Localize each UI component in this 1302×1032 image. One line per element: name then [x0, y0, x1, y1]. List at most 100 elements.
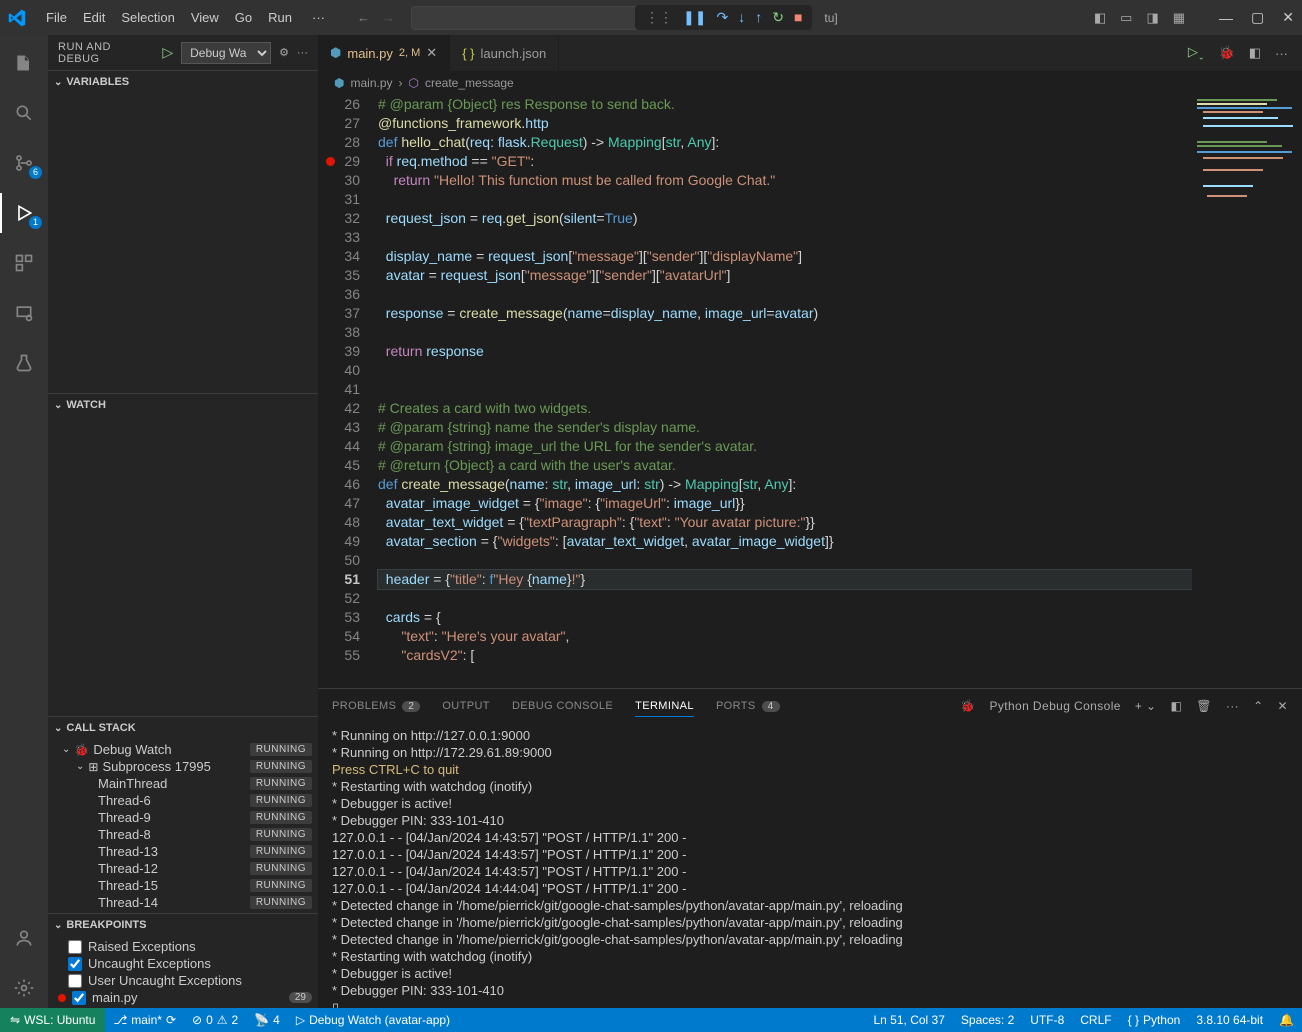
code-line[interactable]: return response — [378, 342, 1192, 361]
sb-notifications-icon[interactable]: 🔔 — [1271, 1008, 1302, 1032]
code-line[interactable] — [378, 589, 1192, 608]
sidebar-more-icon[interactable]: ··· — [297, 47, 308, 59]
breadcrumb[interactable]: ⬢ main.py › ⬡ create_message — [318, 71, 1302, 95]
sb-ports[interactable]: 📡4 — [246, 1008, 288, 1032]
callstack-row[interactable]: Thread-15RUNNING — [48, 877, 318, 894]
nav-back-icon[interactable]: ← — [357, 10, 370, 25]
code-line[interactable]: # @param {string} image_url the URL for … — [378, 437, 1192, 456]
debug-pause-icon[interactable]: ❚❚ — [683, 9, 706, 26]
bp-user-uncaught[interactable]: User Uncaught Exceptions — [48, 972, 318, 989]
sb-cursor[interactable]: Ln 51, Col 37 — [866, 1008, 953, 1032]
ptab-output[interactable]: OUTPUT — [442, 696, 490, 716]
editor-more-icon[interactable]: ··· — [1275, 46, 1288, 61]
minimap[interactable] — [1192, 95, 1302, 688]
section-watch[interactable]: ⌄WATCH — [48, 394, 318, 416]
callstack-row[interactable]: Thread-13RUNNING — [48, 843, 318, 860]
toggle-panel-right-icon[interactable]: ◨ — [1146, 10, 1158, 26]
callstack-row[interactable]: ⌄⊞Subprocess 17995RUNNING — [48, 758, 318, 775]
kill-terminal-icon[interactable]: 🗑 — [1196, 699, 1212, 713]
activity-settings-icon[interactable] — [0, 968, 48, 1008]
code-line[interactable]: def hello_chat(req: flask.Request) -> Ma… — [378, 133, 1192, 152]
activity-scm-icon[interactable]: 6 — [0, 143, 48, 183]
breadcrumb-symbol[interactable]: create_message — [425, 76, 514, 90]
menu-go[interactable]: Go — [227, 6, 260, 29]
tab-launch-json[interactable]: { } launch.json — [450, 35, 559, 71]
debug-config-select[interactable]: Debug Wa — [181, 42, 271, 64]
callstack-row[interactable]: Thread-14RUNNING — [48, 894, 318, 911]
debug-step-into-icon[interactable]: ↓ — [738, 9, 745, 26]
menu-edit[interactable]: Edit — [75, 6, 113, 29]
callstack-row[interactable]: Thread-9RUNNING — [48, 809, 318, 826]
drag-handle-icon[interactable]: ⋮⋮ — [645, 9, 673, 26]
code-line[interactable] — [378, 323, 1192, 342]
bp-raised-check[interactable] — [68, 940, 82, 954]
sb-language[interactable]: { } Python — [1120, 1008, 1189, 1032]
terminal-selector[interactable]: Python Debug Console — [989, 699, 1120, 713]
panel-maximize-icon[interactable]: ⌃ — [1253, 699, 1263, 713]
customize-layout-icon[interactable]: ▦ — [1173, 10, 1185, 26]
activity-debug-icon[interactable]: 1 — [0, 193, 48, 233]
window-close-icon[interactable]: ✕ — [1282, 9, 1294, 26]
code-line[interactable]: # @param {Object} res Response to send b… — [378, 95, 1192, 114]
code-line[interactable]: avatar_image_widget = {"image": {"imageU… — [378, 494, 1192, 513]
sync-icon[interactable]: ⟳ — [166, 1013, 176, 1027]
toggle-panel-bottom-icon[interactable]: ▭ — [1120, 10, 1132, 26]
panel-more-icon[interactable]: ··· — [1226, 699, 1239, 713]
bp-file[interactable]: main.py29 — [48, 989, 318, 1006]
breadcrumb-file[interactable]: main.py — [350, 76, 392, 90]
menu-file[interactable]: File — [38, 6, 75, 29]
panel-close-icon[interactable]: ✕ — [1278, 699, 1288, 713]
code-line[interactable]: "text": "Here's your avatar", — [378, 627, 1192, 646]
run-file-icon[interactable]: ▷⌄ — [1188, 44, 1205, 62]
debug-step-out-icon[interactable]: ↑ — [755, 9, 762, 26]
sb-problems[interactable]: ⊘0 ⚠2 — [184, 1008, 246, 1032]
menu-selection[interactable]: Selection — [113, 6, 182, 29]
activity-explorer-icon[interactable] — [0, 43, 48, 83]
ptab-terminal[interactable]: TERMINAL — [635, 696, 694, 717]
section-callstack[interactable]: ⌄CALL STACK — [48, 717, 318, 739]
code-line[interactable]: # @return {Object} a card with the user'… — [378, 456, 1192, 475]
code-line[interactable]: header = {"title": f"Hey {name}!"} — [378, 570, 1192, 589]
terminal-body[interactable]: * Running on http://127.0.0.1:9000 * Run… — [318, 723, 1302, 1008]
code-line[interactable]: avatar_section = {"widgets": [avatar_tex… — [378, 532, 1192, 551]
activity-extensions-icon[interactable] — [0, 243, 48, 283]
sb-branch[interactable]: ⎇main*⟳ — [105, 1008, 184, 1032]
sb-interpreter[interactable]: 3.8.10 64-bit — [1188, 1008, 1271, 1032]
debug-stop-icon[interactable]: ■ — [794, 9, 802, 26]
callstack-row[interactable]: MainThreadRUNNING — [48, 775, 318, 792]
code-line[interactable]: # @param {string} name the sender's disp… — [378, 418, 1192, 437]
bp-raised[interactable]: Raised Exceptions — [48, 938, 318, 955]
code-line[interactable]: return "Hello! This function must be cal… — [378, 171, 1192, 190]
code-line[interactable]: # Creates a card with two widgets. — [378, 399, 1192, 418]
code-line[interactable] — [378, 380, 1192, 399]
editor-gutter[interactable]: 2627282930313233343536373839404142434445… — [318, 95, 372, 688]
new-terminal-icon[interactable]: + ⌄ — [1135, 699, 1157, 713]
menu-more[interactable]: ··· — [304, 6, 333, 29]
code-line[interactable]: avatar = request_json["message"]["sender… — [378, 266, 1192, 285]
code-line[interactable] — [378, 228, 1192, 247]
bp-user-uncaught-check[interactable] — [68, 974, 82, 988]
bp-file-check[interactable] — [72, 991, 86, 1005]
nav-forward-icon[interactable]: → — [382, 10, 395, 25]
code-line[interactable]: def create_message(name: str, image_url:… — [378, 475, 1192, 494]
sb-encoding[interactable]: UTF-8 — [1022, 1008, 1072, 1032]
ptab-ports[interactable]: PORTS4 — [716, 696, 780, 716]
start-debug-icon[interactable]: ▷ — [162, 44, 173, 61]
window-maximize-icon[interactable]: ▢ — [1251, 9, 1264, 26]
code-line[interactable]: display_name = request_json["message"]["… — [378, 247, 1192, 266]
code-line[interactable]: avatar_text_widget = {"textParagraph": {… — [378, 513, 1192, 532]
code-line[interactable] — [378, 551, 1192, 570]
activity-remote-icon[interactable] — [0, 293, 48, 333]
debug-step-over-icon[interactable]: ↷ — [716, 9, 728, 26]
code-line[interactable]: "cardsV2": [ — [378, 646, 1192, 665]
code-line[interactable]: cards = { — [378, 608, 1192, 627]
sb-remote[interactable]: ⇋WSL: Ubuntu — [0, 1008, 105, 1032]
ptab-problems[interactable]: PROBLEMS2 — [332, 696, 420, 716]
activity-search-icon[interactable] — [0, 93, 48, 133]
activity-testing-icon[interactable] — [0, 343, 48, 383]
split-terminal-icon[interactable]: ◧ — [1170, 699, 1182, 713]
debug-restart-icon[interactable]: ↻ — [772, 9, 784, 26]
toggle-panel-left-icon[interactable]: ◧ — [1094, 10, 1106, 26]
window-minimize-icon[interactable]: — — [1219, 10, 1233, 26]
ptab-debug-console[interactable]: DEBUG CONSOLE — [512, 696, 613, 716]
